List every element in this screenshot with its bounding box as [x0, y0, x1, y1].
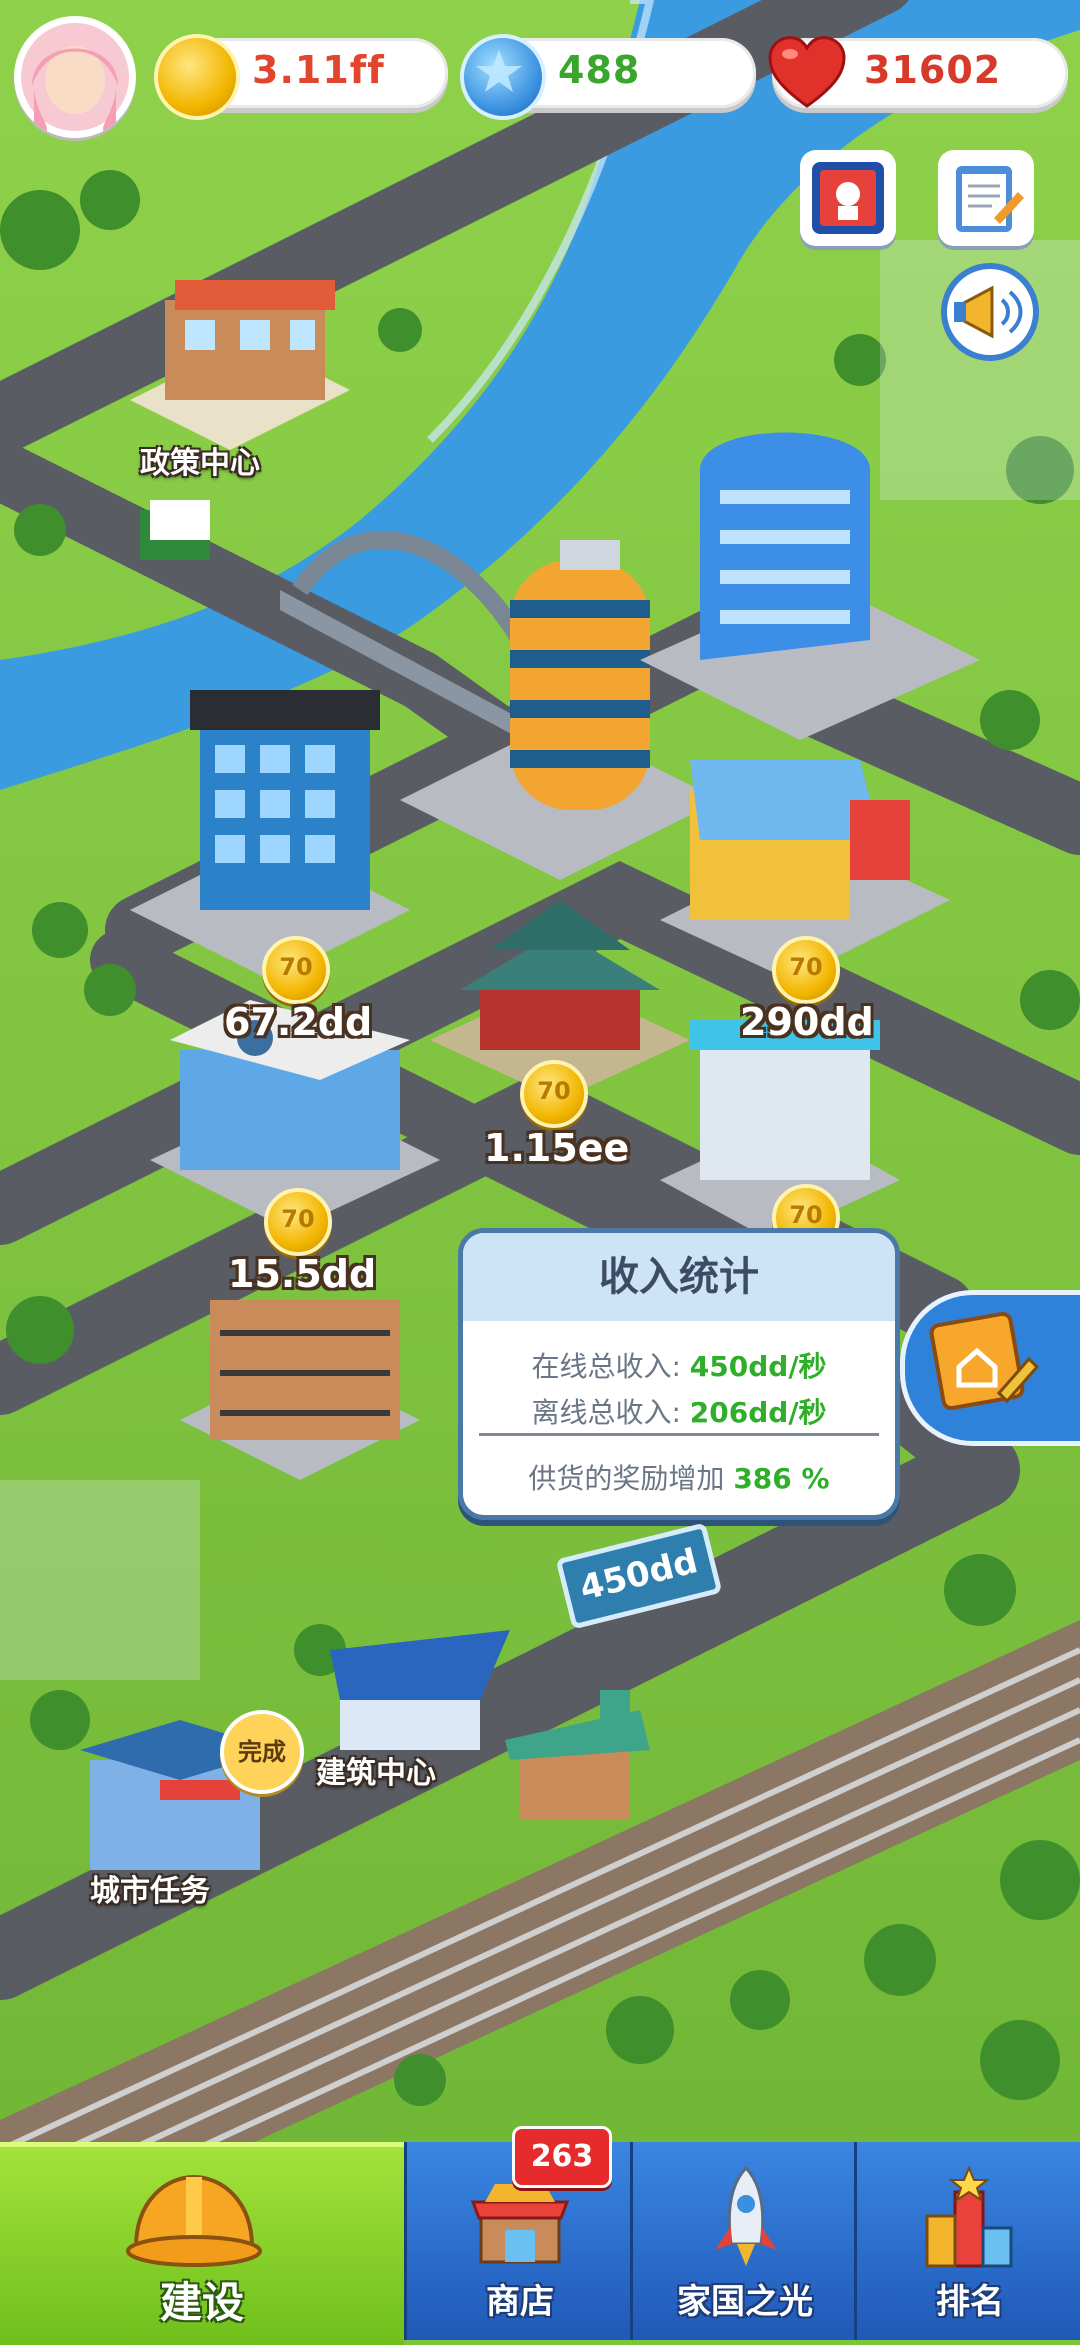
pagoda-income: 1.15ee: [484, 1126, 630, 1170]
clipboard-task-button[interactable]: [938, 150, 1034, 246]
online-income-row: 在线总收入: 450dd/秒: [463, 1345, 895, 1385]
tab-ranking[interactable]: 排名: [854, 2142, 1080, 2340]
tab-national-glory-label: 家国之光: [677, 2282, 813, 2322]
supply-bonus-label: 供货的奖励增加: [528, 1462, 725, 1495]
income-stats-panel[interactable]: 收入统计 在线总收入: 450dd/秒 离线总收入: 206dd/秒 供货的奖励…: [458, 1228, 900, 1520]
hard-hat-icon: [126, 2174, 262, 2267]
collect-coin-icon[interactable]: 70: [772, 936, 840, 1004]
shop-notification-badge: 263: [512, 2126, 612, 2188]
supply-bonus-value: 386 %: [733, 1462, 830, 1495]
player-avatar-icon: [21, 23, 129, 134]
blueprint-edit-button[interactable]: [900, 1290, 1080, 1446]
policy-center-label[interactable]: 政策中心: [140, 438, 260, 482]
announcement-button[interactable]: [940, 262, 1040, 362]
heart-icon: [766, 34, 846, 112]
mail-truck: [140, 500, 210, 560]
supply-bonus-row: 供货的奖励增加 386 %: [463, 1457, 895, 1497]
event-poster-icon: [812, 162, 884, 234]
coins-value: 3.11ff: [252, 48, 385, 92]
clipboard-task-icon: [956, 166, 1024, 232]
hearts-value: 31602: [864, 48, 1002, 92]
event-poster-button[interactable]: [800, 150, 896, 246]
offline-income-label: 离线总收入:: [531, 1396, 681, 1429]
tab-build-label: 建设: [159, 2278, 244, 2327]
blue-star-icon: [460, 34, 546, 120]
stars-value: 488: [558, 48, 641, 92]
tab-shop-label: 商店: [486, 2282, 554, 2322]
income-stats-divider: [479, 1433, 879, 1436]
gift-shop-income: 290dd: [740, 1000, 874, 1044]
hospital-income: 15.5dd: [228, 1252, 377, 1296]
collect-coin-icon[interactable]: 70: [262, 936, 330, 1004]
stars-counter[interactable]: 488: [460, 34, 756, 120]
blueprint-edit-icon: [929, 1311, 1040, 1411]
city-task-label[interactable]: 城市任务: [90, 1866, 210, 1910]
city-map[interactable]: [0, 0, 1080, 2340]
player-avatar[interactable]: [14, 16, 136, 138]
collect-coin-icon[interactable]: 70: [264, 1188, 332, 1256]
offline-income-value: 206dd/秒: [689, 1396, 827, 1429]
office-tower-income: 67.2dd: [224, 1000, 373, 1044]
build-center-label[interactable]: 建筑中心: [316, 1748, 436, 1792]
trophy-ranking-icon: [925, 2166, 1013, 2268]
coins-counter[interactable]: 3.11ff: [154, 34, 448, 120]
task-done-badge[interactable]: 完成: [220, 1710, 304, 1794]
tab-build[interactable]: 建设: [0, 2142, 404, 2345]
gold-coin-icon: [154, 34, 240, 120]
announcement-megaphone-icon: [941, 263, 1039, 361]
tab-national-glory[interactable]: 家国之光: [630, 2142, 857, 2340]
rocket-icon: [715, 2165, 777, 2266]
income-stats-title: 收入统计: [599, 1254, 759, 1300]
online-income-value: 450dd/秒: [689, 1350, 827, 1383]
hearts-counter[interactable]: 31602: [768, 36, 1068, 108]
online-income-label: 在线总收入:: [531, 1350, 681, 1383]
collect-coin-icon[interactable]: 70: [520, 1060, 588, 1128]
tab-ranking-label: 排名: [936, 2282, 1004, 2322]
offline-income-row: 离线总收入: 206dd/秒: [463, 1391, 895, 1431]
income-stats-header: 收入统计: [463, 1233, 895, 1321]
